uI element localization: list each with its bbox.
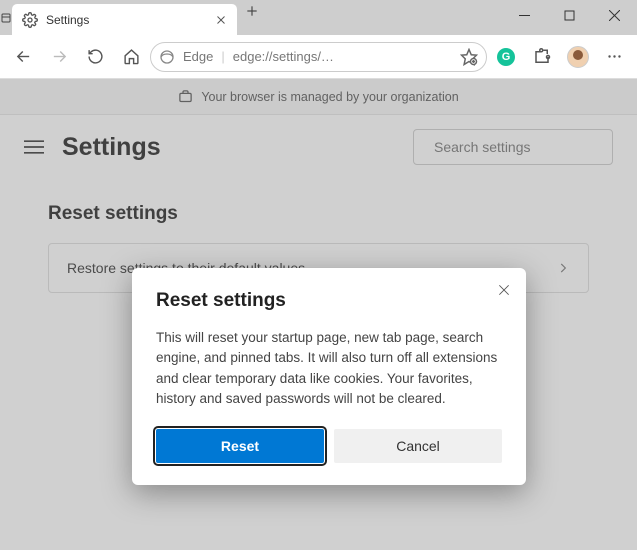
tab-title: Settings	[46, 13, 207, 27]
page-title: Settings	[62, 133, 161, 162]
maximize-button[interactable]	[547, 0, 592, 30]
section-title: Reset settings	[48, 203, 589, 225]
minimize-button[interactable]	[502, 0, 547, 30]
close-icon	[497, 283, 511, 297]
back-button[interactable]	[6, 40, 40, 74]
dialog-close-button[interactable]	[494, 280, 514, 300]
url-text: edge://settings/…	[233, 49, 452, 64]
address-bar[interactable]: Edge | edge://settings/…	[150, 42, 487, 72]
reset-dialog: Reset settings This will reset your star…	[132, 268, 526, 485]
managed-banner: Your browser is managed by your organiza…	[0, 79, 637, 115]
reset-button[interactable]: Reset	[156, 429, 324, 463]
overflow-menu-icon[interactable]	[597, 40, 631, 74]
profile-button[interactable]	[561, 40, 595, 74]
chevron-right-icon	[556, 261, 570, 275]
menu-icon[interactable]	[24, 139, 44, 155]
toolbar: Edge | edge://settings/… G	[0, 35, 637, 79]
browser-tab[interactable]: Settings	[12, 4, 237, 35]
cancel-button[interactable]: Cancel	[334, 429, 502, 463]
home-button[interactable]	[114, 40, 148, 74]
content-area: Your browser is managed by your organiza…	[0, 79, 637, 550]
search-box[interactable]	[413, 129, 613, 165]
managed-text: Your browser is managed by your organiza…	[201, 90, 458, 104]
grammarly-icon[interactable]: G	[489, 40, 523, 74]
dialog-body: This will reset your startup page, new t…	[156, 328, 502, 409]
window-controls	[502, 0, 637, 30]
address-label: Edge	[183, 49, 213, 64]
close-tab-icon[interactable]	[215, 14, 227, 26]
dialog-buttons: Reset Cancel	[156, 429, 502, 463]
titlebar: Settings	[0, 0, 637, 35]
tab-actions-icon[interactable]	[0, 0, 12, 35]
edge-icon	[159, 49, 175, 65]
reload-button[interactable]	[78, 40, 112, 74]
gear-icon	[22, 12, 38, 28]
search-input[interactable]	[434, 139, 615, 155]
settings-header: Settings	[0, 115, 637, 179]
dialog-title: Reset settings	[156, 290, 502, 312]
favorite-icon[interactable]	[460, 48, 478, 66]
close-window-button[interactable]	[592, 0, 637, 30]
extensions-icon[interactable]	[525, 40, 559, 74]
briefcase-icon	[178, 89, 193, 104]
separator: |	[221, 49, 224, 64]
new-tab-button[interactable]	[237, 4, 267, 18]
forward-button[interactable]	[42, 40, 76, 74]
